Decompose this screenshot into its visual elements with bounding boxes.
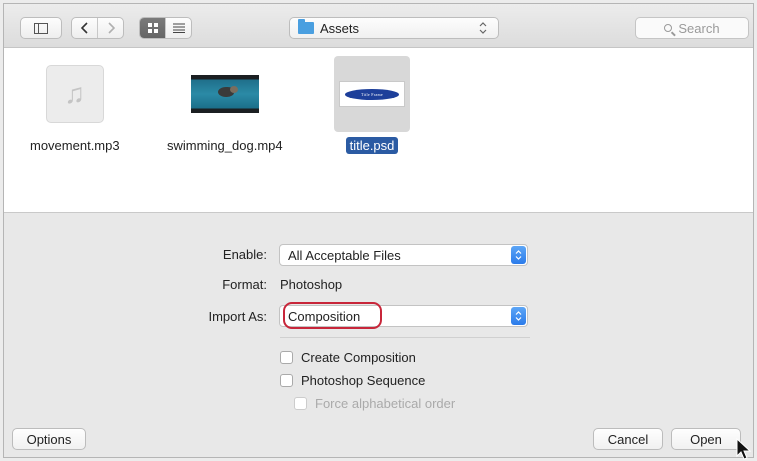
folder-icon (298, 19, 314, 34)
location-popup[interactable]: Assets (289, 17, 499, 39)
file-item-title-psd[interactable]: Title Frame title.psd (334, 56, 410, 154)
button-bar: Options Cancel Open (4, 413, 753, 457)
list-icon (172, 23, 185, 33)
psd-thumbnail: Title Frame (339, 81, 405, 107)
open-button[interactable]: Open (671, 428, 741, 450)
file-item-swimming-dog[interactable]: swimming_dog.mp4 (163, 56, 287, 154)
nav-segment (71, 17, 124, 39)
dog-head-shape (229, 86, 238, 93)
enable-popup[interactable]: All Acceptable Files (279, 244, 528, 266)
updown-arrows-icon (474, 22, 492, 34)
import-dialog: Assets Search ♫ movement.mp3 swimming_do… (3, 3, 754, 458)
checkbox-box (280, 351, 293, 364)
file-name: movement.mp3 (30, 138, 120, 153)
file-browser: ♫ movement.mp3 swimming_dog.mp4 Title Fr… (4, 48, 753, 213)
enable-value: All Acceptable Files (288, 247, 401, 263)
grid-icon (147, 23, 158, 33)
import-as-label: Import As: (208, 309, 267, 324)
create-composition-checkbox[interactable]: Create Composition (280, 350, 416, 365)
import-options: Enable: All Acceptable Files Format: Pho… (4, 213, 753, 413)
file-item-movement[interactable]: ♫ movement.mp3 (26, 56, 124, 154)
force-alphabetical-checkbox: Force alphabetical order (294, 396, 455, 411)
search-icon (664, 24, 673, 32)
view-segment (139, 17, 192, 39)
checkbox-box (280, 374, 293, 387)
music-note-icon: ♫ (45, 65, 104, 123)
sidebar-icon (34, 22, 48, 34)
back-button[interactable] (72, 18, 97, 38)
location-label: Assets (320, 20, 360, 36)
checkbox-box (294, 397, 307, 410)
cancel-button[interactable]: Cancel (593, 428, 663, 450)
toolbar: Assets Search (4, 4, 753, 48)
search-input[interactable]: Search (635, 17, 749, 39)
popup-arrows-icon (511, 246, 526, 264)
create-composition-label: Create Composition (301, 350, 416, 365)
chevron-left-icon (80, 22, 88, 34)
file-name-selected: title.psd (345, 137, 399, 154)
format-value: Photoshop (280, 277, 343, 292)
photoshop-sequence-checkbox[interactable]: Photoshop Sequence (280, 373, 425, 388)
file-name: swimming_dog.mp4 (167, 138, 283, 153)
import-as-popup[interactable]: Composition (279, 305, 528, 327)
mouse-pointer-icon (736, 437, 752, 460)
video-thumbnail (190, 75, 259, 113)
popup-arrows-icon (511, 307, 526, 325)
file-thumb: ♫ (37, 56, 113, 132)
list-view-button[interactable] (165, 18, 191, 38)
grid-view-button[interactable] (140, 18, 165, 38)
options-button[interactable]: Options (12, 428, 86, 450)
chevron-right-icon (107, 22, 115, 34)
file-thumb-selected: Title Frame (334, 56, 410, 132)
enable-label: Enable: (222, 247, 267, 262)
format-label: Format: (222, 277, 267, 292)
title-logo: Title Frame (345, 88, 399, 100)
photoshop-sequence-label: Photoshop Sequence (301, 373, 426, 388)
divider (280, 337, 530, 338)
force-alphabetical-label: Force alphabetical order (315, 396, 456, 411)
file-thumb (187, 56, 263, 132)
search-placeholder: Search (678, 20, 720, 36)
sidebar-toggle-button[interactable] (20, 17, 62, 39)
import-as-value: Composition (288, 308, 361, 324)
forward-button[interactable] (97, 18, 123, 38)
